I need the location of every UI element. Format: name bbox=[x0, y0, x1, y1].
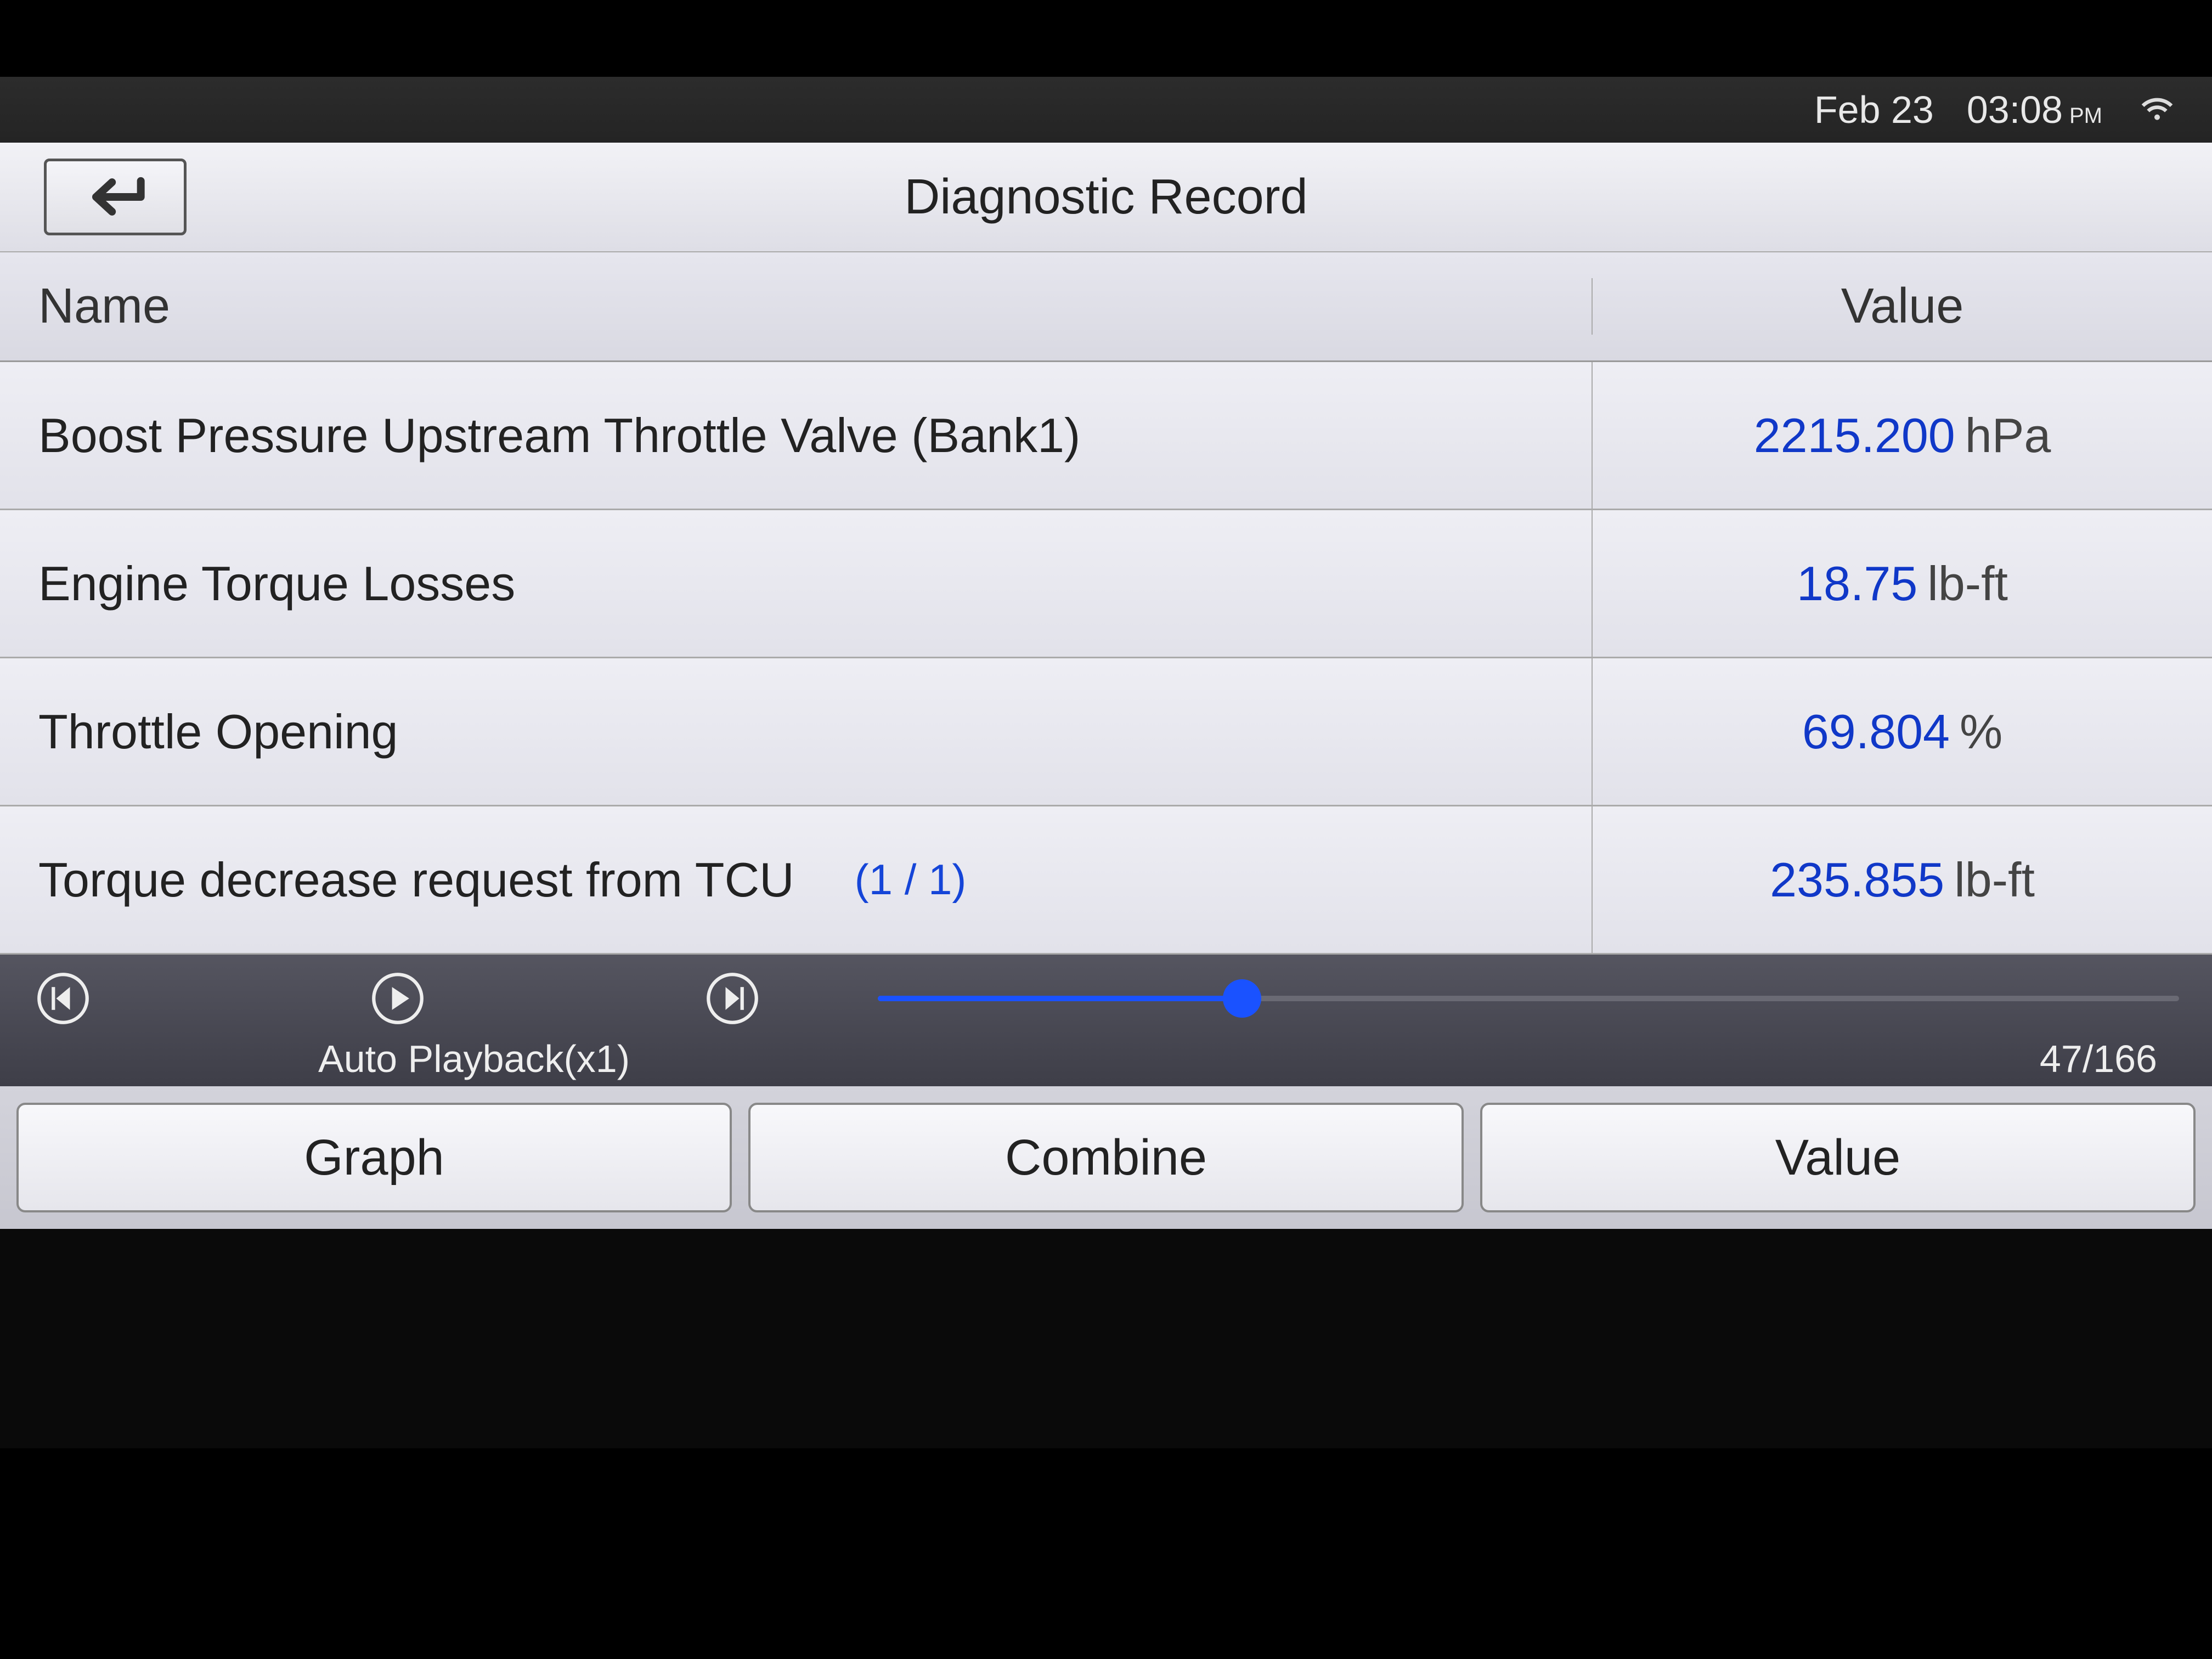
play-icon bbox=[370, 971, 425, 1026]
skip-forward-icon bbox=[705, 971, 760, 1026]
skip-back-button[interactable] bbox=[33, 968, 93, 1029]
row-name: Boost Pressure Upstream Throttle Valve (… bbox=[0, 362, 1593, 509]
playback-mode-label: Auto Playback(x1) bbox=[318, 1037, 630, 1081]
device-screen: Feb 23 03:08 PM Diagnostic Record Name V… bbox=[0, 77, 2212, 1448]
slider-thumb[interactable] bbox=[1223, 979, 1261, 1018]
title-bar: Diagnostic Record bbox=[0, 143, 2212, 252]
app-window: Diagnostic Record Name Value Boost Press… bbox=[0, 143, 2212, 1229]
back-button[interactable] bbox=[44, 159, 187, 235]
row-name: Throttle Opening bbox=[0, 658, 1593, 805]
table-row[interactable]: Engine Torque Losses 18.75lb-ft bbox=[0, 510, 2212, 658]
playback-position: 47/166 bbox=[2040, 1037, 2157, 1081]
row-value: 18.75lb-ft bbox=[1593, 556, 2212, 612]
header-value: Value bbox=[1593, 278, 2212, 335]
value-button[interactable]: Value bbox=[1480, 1103, 2196, 1212]
frame-indicator: (1 / 1) bbox=[855, 855, 967, 905]
slider-fill bbox=[878, 996, 1242, 1001]
table-header: Name Value bbox=[0, 252, 2212, 362]
skip-back-icon bbox=[36, 971, 91, 1026]
playback-bar: Auto Playback(x1) 47/166 bbox=[0, 955, 2212, 1086]
status-time: 03:08 PM bbox=[1967, 88, 2102, 132]
row-value: 2215.200hPa bbox=[1593, 408, 2212, 464]
combine-button[interactable]: Combine bbox=[748, 1103, 1464, 1212]
table-row[interactable]: Torque decrease request from TCU (1 / 1)… bbox=[0, 806, 2212, 955]
wifi-icon bbox=[2135, 83, 2179, 136]
bottom-button-bar: Graph Combine Value bbox=[0, 1086, 2212, 1229]
back-arrow-icon bbox=[77, 172, 154, 222]
row-name: Engine Torque Losses bbox=[0, 510, 1593, 657]
table-row[interactable]: Throttle Opening 69.804% bbox=[0, 658, 2212, 806]
status-time-value: 03:08 bbox=[1967, 88, 2063, 132]
row-value: 69.804% bbox=[1593, 704, 2212, 760]
data-table: Name Value Boost Pressure Upstream Throt… bbox=[0, 252, 2212, 955]
playback-slider[interactable] bbox=[878, 971, 2179, 1026]
graph-button[interactable]: Graph bbox=[16, 1103, 732, 1212]
table-row[interactable]: Boost Pressure Upstream Throttle Valve (… bbox=[0, 362, 2212, 510]
row-name: Torque decrease request from TCU (1 / 1) bbox=[0, 806, 1593, 953]
row-value: 235.855lb-ft bbox=[1593, 852, 2212, 908]
skip-forward-button[interactable] bbox=[702, 968, 763, 1029]
status-bar: Feb 23 03:08 PM bbox=[0, 77, 2212, 143]
page-title: Diagnostic Record bbox=[0, 169, 2212, 225]
play-button[interactable] bbox=[368, 968, 428, 1029]
status-date: Feb 23 bbox=[1814, 88, 1934, 132]
status-time-ampm: PM bbox=[2069, 104, 2102, 128]
header-name: Name bbox=[0, 278, 1593, 335]
